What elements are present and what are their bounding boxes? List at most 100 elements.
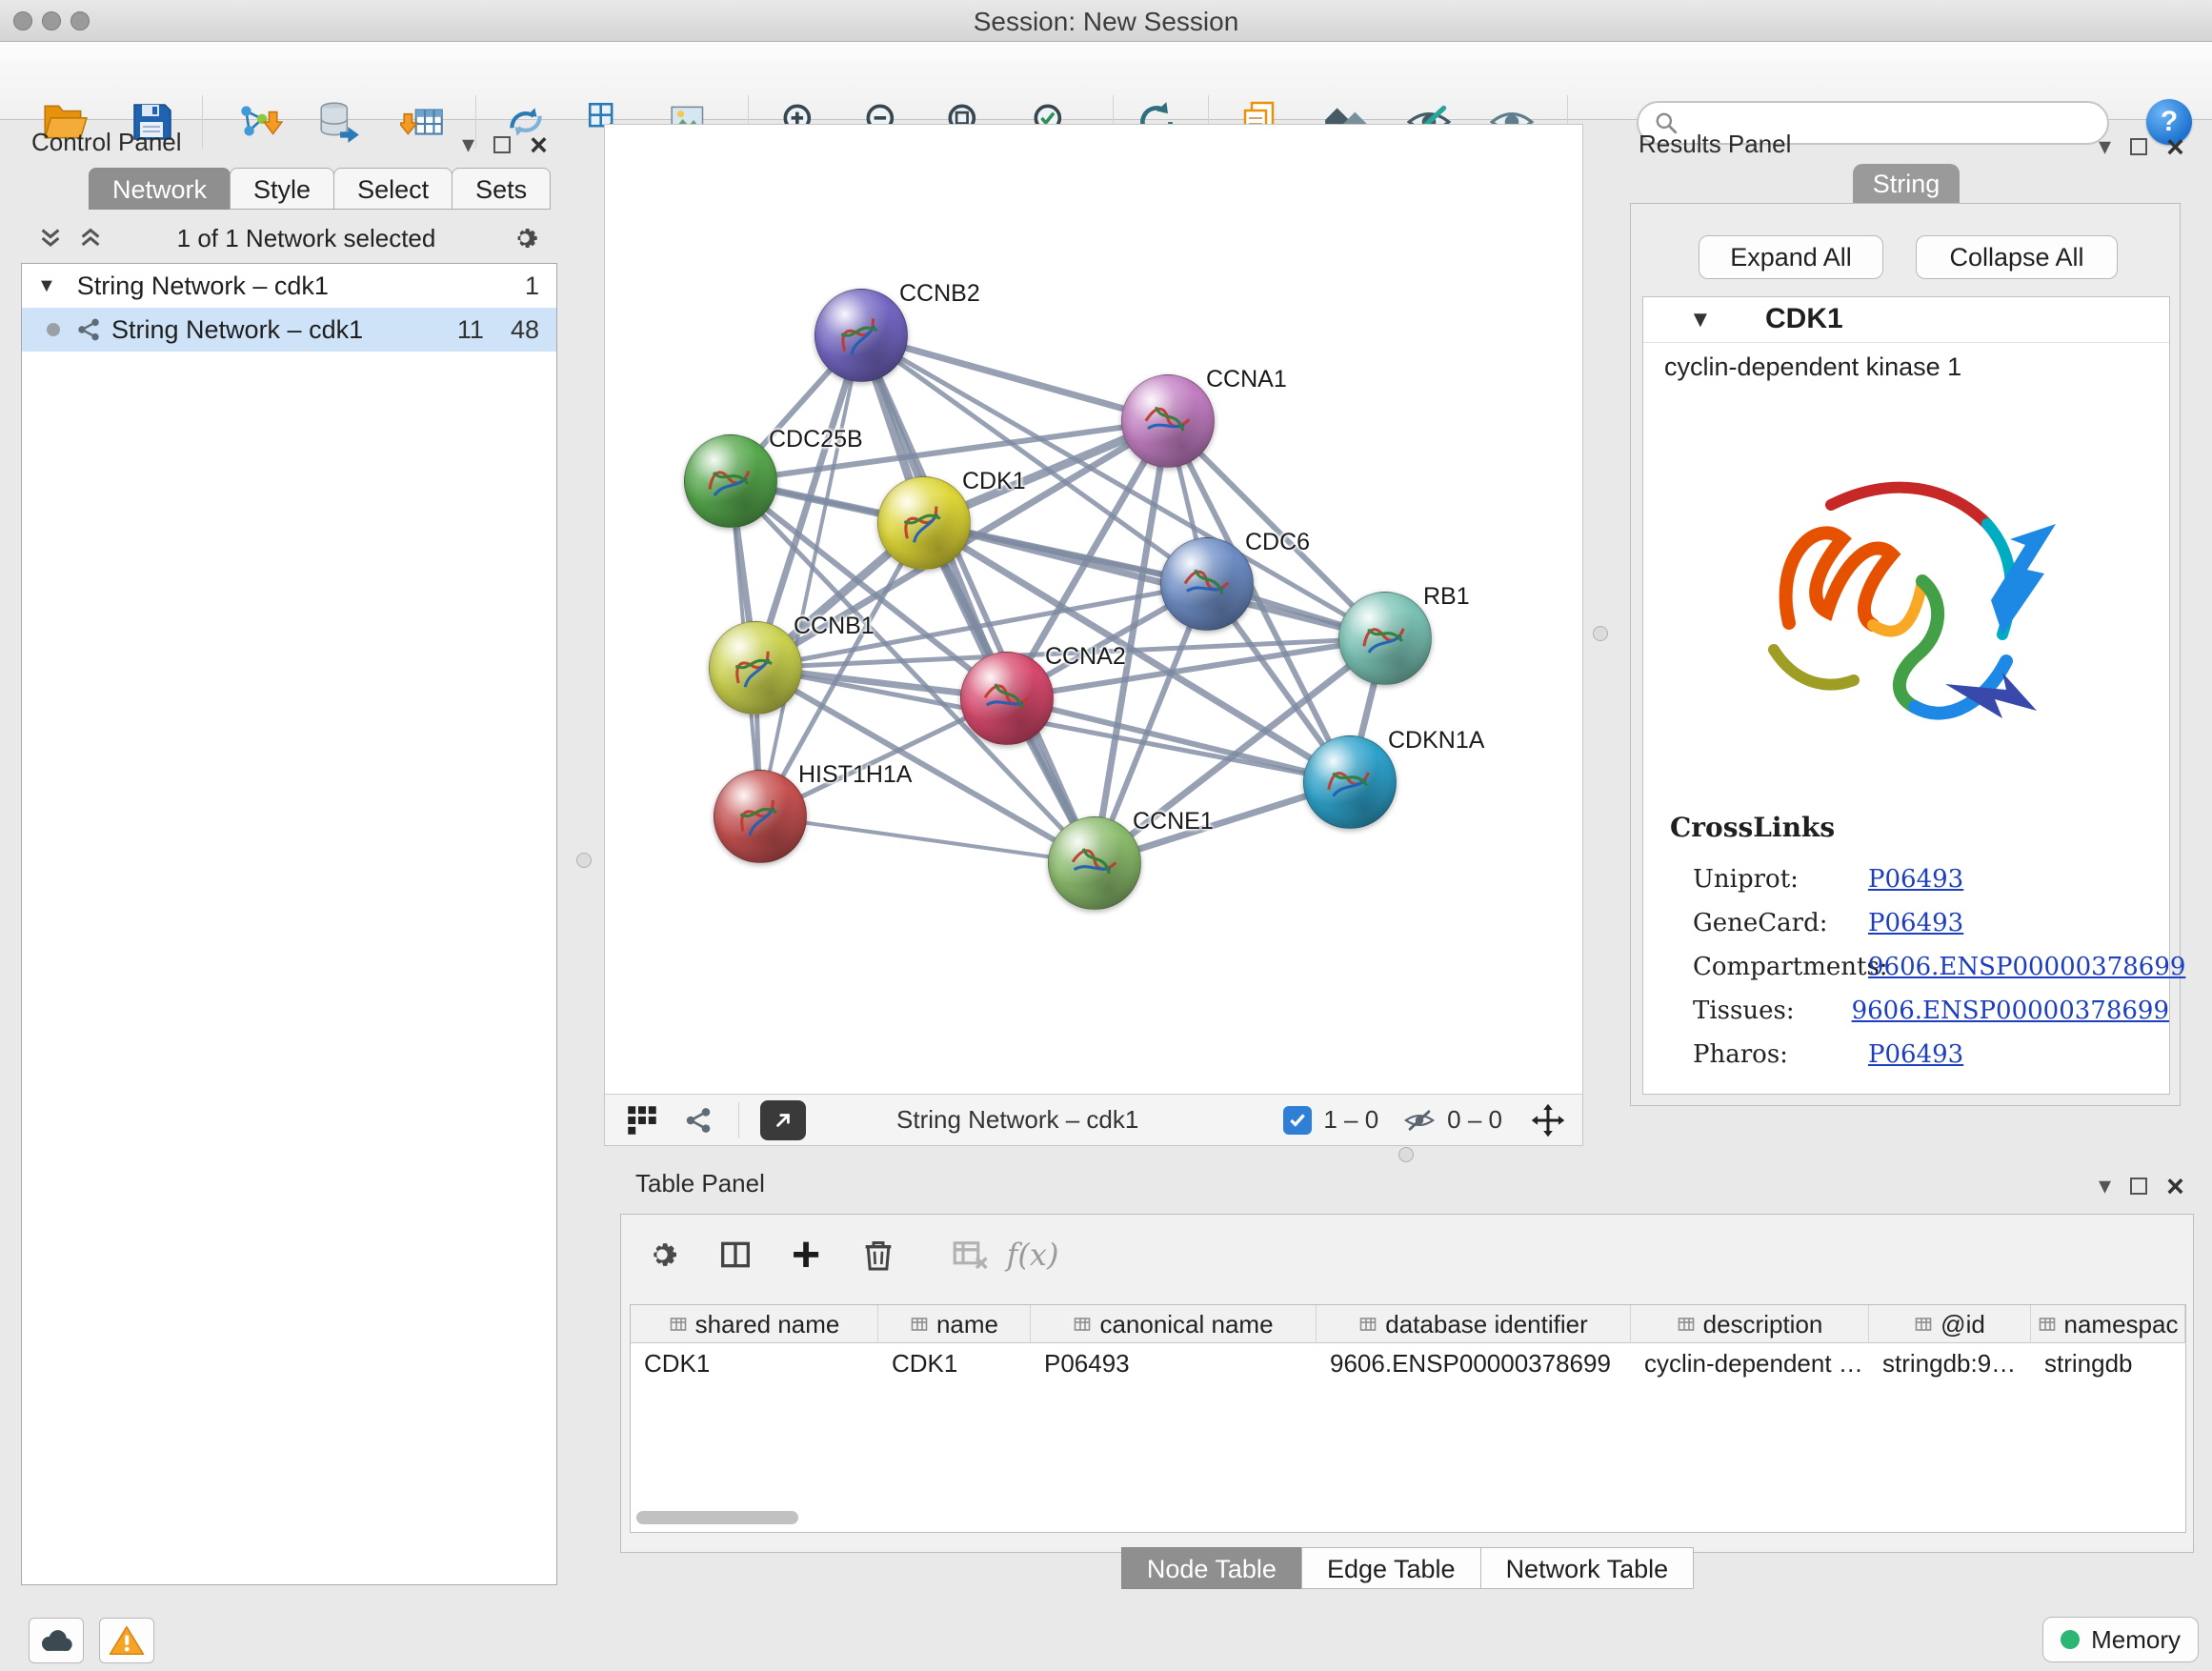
panel-float-button[interactable]: ▾ [462,130,474,159]
birds-eye-view-icon[interactable] [626,1104,658,1137]
network-node-ccne1[interactable] [1048,816,1141,910]
network-node-ccnb2[interactable] [814,289,908,382]
crosslink-link[interactable]: 9606.ENSP00000378699 [1868,953,2185,981]
network-tree-row[interactable]: String Network – cdk11148 [22,308,556,352]
column-header-shared-name[interactable]: shared name [631,1305,878,1343]
edge-ccnb2-hist1h1a[interactable] [760,335,861,816]
status-bar: Memory [0,1608,2212,1671]
crosslink-row: Compartments:9606.ENSP00000378699 [1643,945,2169,989]
horizontal-scrollbar[interactable] [636,1511,798,1524]
tab-select[interactable]: Select [333,168,452,210]
splitter-handle[interactable] [576,853,592,868]
selected-checkbox-icon[interactable] [1283,1106,1312,1135]
panel-float-button[interactable]: ▾ [2099,1171,2111,1200]
cloud-status-button[interactable] [29,1618,84,1663]
tab-network-table[interactable]: Network Table [1480,1547,1695,1589]
network-node-ccna2[interactable] [960,652,1054,745]
column-type-icon [1677,1315,1696,1334]
network-node-cdc25b[interactable] [684,434,777,528]
gear-icon[interactable] [509,222,541,254]
column-header-name[interactable]: name [878,1305,1031,1343]
pan-move-icon[interactable] [1531,1103,1565,1137]
node-table: shared name name canonical namedatabase id… [630,1304,2186,1533]
open-in-new-window-button[interactable] [760,1100,806,1140]
column-label: namespac [2064,1310,2179,1339]
column-header-description[interactable]: description [1631,1305,1869,1343]
table-container: + f(x) shared name name canonical namedata… [620,1214,2194,1553]
panel-close-button[interactable]: × [530,136,548,153]
network-node-cdc6[interactable] [1160,537,1254,631]
network-node-ccna1[interactable] [1121,374,1215,468]
expand-all-icon[interactable] [77,225,104,252]
splitter-handle[interactable] [1593,626,1608,641]
panel-close-button[interactable]: × [2166,138,2184,155]
tab-edge-table[interactable]: Edge Table [1301,1547,1481,1589]
collapse-all-button[interactable]: Collapse All [1916,235,2118,279]
panel-float-button[interactable]: ▾ [2099,131,2111,161]
network-view-toolbar: String Network – cdk1 1 – 0 0 – 0 [605,1094,1582,1145]
network-icon[interactable] [683,1105,714,1136]
delete-column-button[interactable] [854,1230,903,1279]
main-toolbar: ? [0,42,2212,120]
crosslink-link[interactable]: 9606.ENSP00000378699 [1852,997,2169,1025]
table-row[interactable]: CDK1CDK1P064939606.ENSP00000378699cyclin… [631,1343,2185,1383]
column-header-namespac[interactable]: namespac [2031,1305,2185,1343]
edge-cdk1-rb1[interactable] [924,523,1385,638]
toolbar-separator [738,1102,739,1138]
tab-sets[interactable]: Sets [452,168,551,210]
network-node-ccnb1[interactable] [709,621,802,715]
cell-description[interactable]: cyclin-dependent … [1631,1343,1869,1383]
cell-name[interactable]: CDK1 [878,1343,1031,1383]
node-label-cdkn1a: CDKN1A [1388,727,1484,755]
collapse-card-icon[interactable]: ▼ [1689,307,1712,333]
crosslink-link[interactable]: P06493 [1868,865,1963,894]
title-bar: Session: New Session [0,0,2212,42]
cell-namespac[interactable]: stringdb [2031,1343,2185,1383]
tab-style[interactable]: Style [230,168,334,210]
window-title: Session: New Session [0,7,2212,37]
cell-shared-name[interactable]: CDK1 [631,1343,878,1383]
node-label-cdc25b: CDC25B [769,426,863,453]
crosslink-link[interactable]: P06493 [1868,1040,1963,1069]
panel-restore-button[interactable] [2130,138,2147,155]
panel-close-button[interactable]: × [2166,1178,2184,1195]
edge-hist1h1a-ccne1[interactable] [760,816,1095,863]
columns-icon [716,1236,754,1274]
memory-button[interactable]: Memory [2042,1617,2199,1662]
column-header-canonical-name[interactable]: canonical name [1031,1305,1317,1343]
function-builder-button[interactable]: f(x) [1008,1230,1057,1279]
column-header-database-identifier[interactable]: database identifier [1317,1305,1631,1343]
network-node-cdkn1a[interactable] [1303,735,1397,829]
network-name: String Network – cdk1 [77,272,525,301]
expander-icon[interactable]: ▼ [37,275,56,297]
cell-@id[interactable]: stringdb:9… [1869,1343,2031,1383]
network-canvas[interactable]: CCNB2CCNA1CDC25BCDK1CDC6RB1CCNB1CCNA2CDK… [605,125,1582,1095]
column-header-@id[interactable]: @id [1869,1305,2031,1343]
cell-canonical-name[interactable]: P06493 [1031,1343,1317,1383]
network-tree: ▼String Network – cdk11String Network – … [21,263,557,1585]
tab-string[interactable]: String [1853,164,1960,204]
add-column-button[interactable]: + [781,1230,831,1279]
show-columns-button[interactable] [711,1230,760,1279]
column-label: description [1703,1310,1823,1339]
network-node-hist1h1a[interactable] [714,770,807,863]
panel-restore-button[interactable] [493,136,511,153]
cell-database-identifier[interactable]: 9606.ENSP00000378699 [1317,1343,1631,1383]
tab-node-table[interactable]: Node Table [1121,1547,1302,1589]
protein-structure-thumbnail [1319,756,1379,811]
table-settings-button[interactable] [637,1230,687,1279]
collapse-all-icon[interactable] [37,225,64,252]
tab-network[interactable]: Network [89,168,231,210]
network-tree-row[interactable]: ▼String Network – cdk11 [22,264,556,308]
network-node-cdk1[interactable] [877,476,971,570]
warnings-button[interactable] [99,1618,154,1663]
column-label: name [936,1310,998,1339]
crosslink-link[interactable]: P06493 [1868,909,1963,937]
column-type-icon [1073,1315,1092,1334]
control-panel: Control Panel ▾ × NetworkStyleSelectSets… [14,120,564,1608]
memory-status-dot [2061,1630,2080,1649]
splitter-handle[interactable] [1398,1147,1414,1162]
panel-restore-button[interactable] [2130,1178,2147,1195]
expand-all-button[interactable]: Expand All [1699,235,1883,279]
network-node-rb1[interactable] [1338,592,1432,685]
